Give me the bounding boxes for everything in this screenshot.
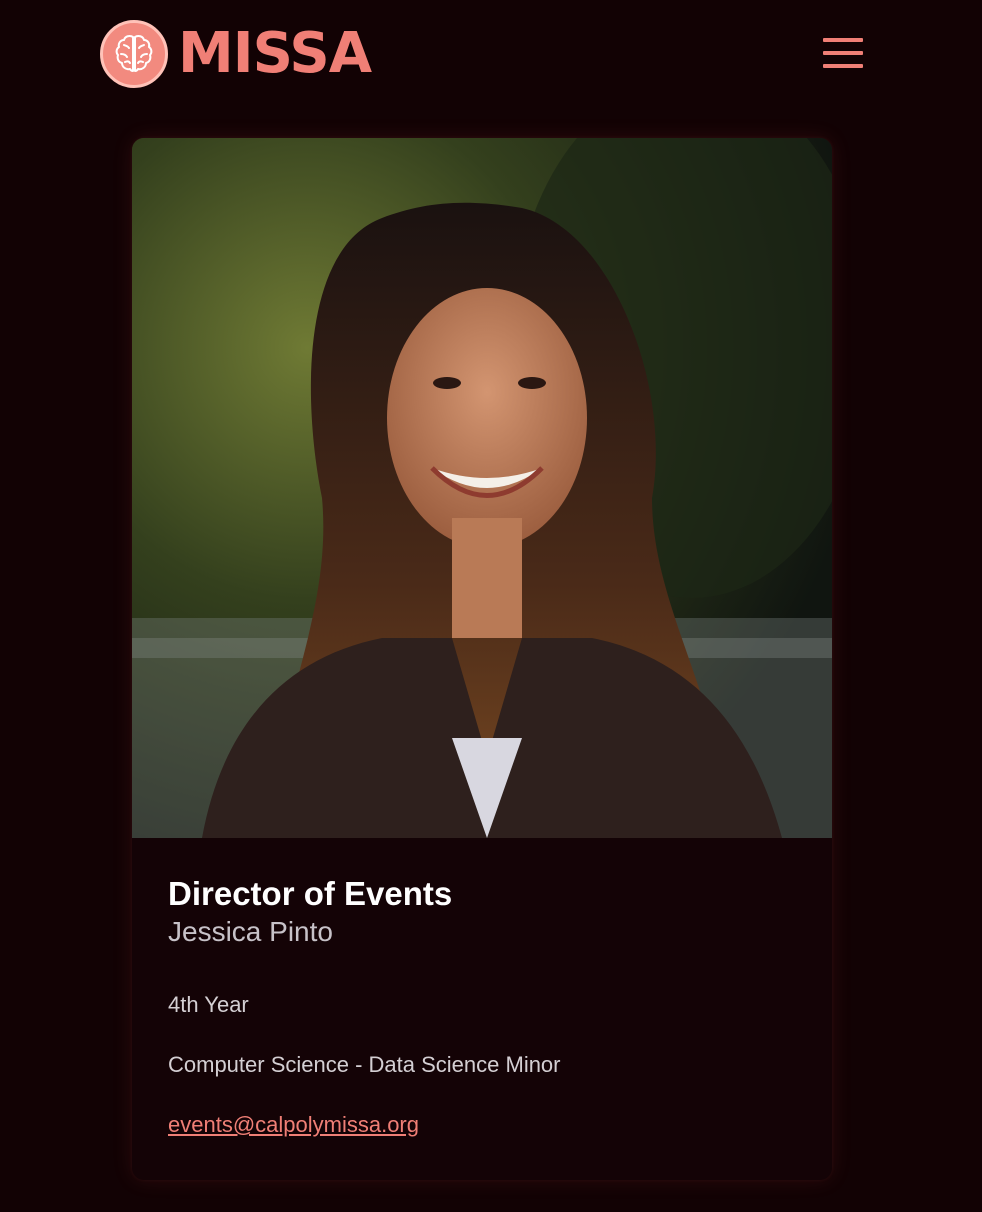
profile-details: Director of Events Jessica Pinto 4th Yea… — [168, 874, 798, 1137]
hamburger-menu-icon[interactable] — [818, 32, 868, 74]
profile-card: Director of Events Jessica Pinto 4th Yea… — [132, 138, 832, 1180]
member-email-link[interactable]: events@calpolymissa.org — [168, 1112, 419, 1138]
member-role: Director of Events — [168, 875, 453, 912]
site-header: MISSA — [0, 0, 982, 110]
profile-photo — [132, 138, 832, 838]
member-name: Jessica Pinto — [168, 916, 333, 947]
member-year: 4th Year — [168, 992, 249, 1017]
brain-icon — [100, 20, 168, 88]
brand-name: MISSA — [178, 21, 372, 86]
logo-link[interactable]: MISSA — [100, 18, 372, 90]
member-major: Computer Science - Data Science Minor — [168, 1052, 561, 1077]
